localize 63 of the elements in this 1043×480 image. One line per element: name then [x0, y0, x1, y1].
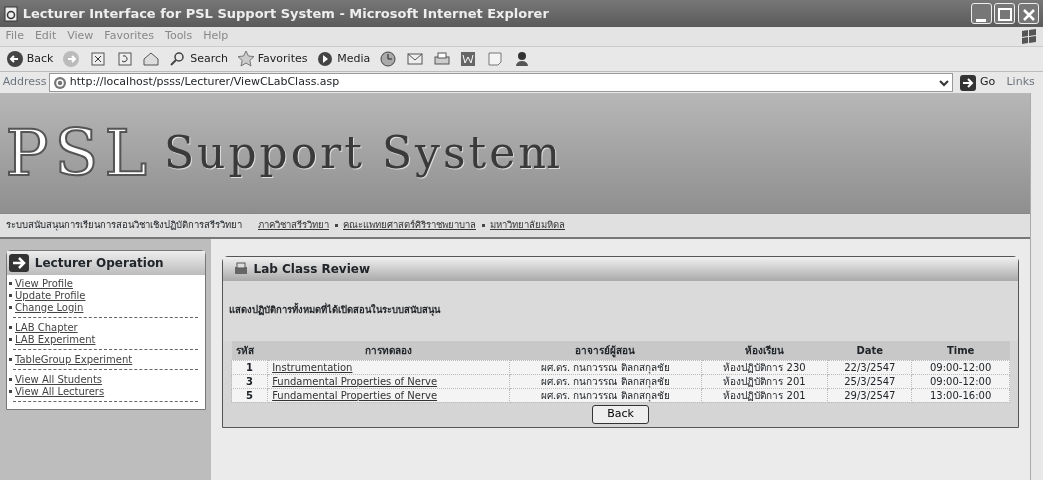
window-title: Lecturer Interface for PSL Support System - Microsoft Internet Explorer	[22, 4, 550, 23]
bullet	[9, 326, 13, 330]
bullet	[9, 378, 13, 382]
sidebar-link[interactable]: LAB Chapter	[15, 321, 78, 334]
table-cell: 09:00-12:00	[911, 360, 1010, 374]
dropdown-icon	[939, 77, 950, 88]
document-edit-icon	[459, 50, 478, 68]
minimize-icon	[976, 19, 986, 22]
sidebar-link[interactable]: View Profile	[15, 277, 73, 290]
history-icon	[379, 50, 397, 68]
panel-title: Lab Class Review	[253, 260, 371, 278]
bullet	[9, 338, 13, 342]
media-icon	[316, 50, 335, 68]
table-cell: ห้องปฏิบัติการ 230	[701, 360, 828, 374]
header-link[interactable]: คณะแพทยศาสตร์ศิริราชพยาบาล	[343, 218, 476, 233]
bullet	[9, 306, 13, 310]
bullet	[9, 390, 13, 394]
table-cell: 1	[231, 360, 268, 374]
refresh-icon	[115, 50, 134, 68]
table-cell: ผศ.ดร. กนกวรรณ ติลกสกุลชัย	[509, 360, 702, 374]
sidebar-link[interactable]: Change Login	[15, 301, 84, 314]
address-label: Address	[2, 74, 47, 91]
note-icon	[486, 50, 504, 68]
ie-page-icon	[4, 5, 20, 22]
url-text: http://localhost/psss/Lecturer/ViewCLabClass.asp	[69, 74, 341, 91]
maximize-icon	[995, 5, 1015, 24]
panel-subtitle: แสดงปฏิบัติการทั้งหมดที่ได้เปิดสอนในระบบสนับสนุน	[228, 303, 440, 318]
sidebar-link[interactable]: View All Students	[15, 373, 103, 386]
sidebar-link[interactable]: TableGroup Experiment	[15, 353, 133, 366]
back-button[interactable]: Back	[592, 405, 649, 424]
back-button[interactable]: Back	[2, 50, 57, 68]
column-header: ห้องเรียน	[701, 340, 828, 360]
sidebar-link[interactable]: Update Profile	[15, 289, 86, 302]
logo-text: PSL	[5, 121, 153, 185]
header-link[interactable]: มหาวิทยาลัยมหิดล	[490, 218, 565, 233]
search-button[interactable]: Search	[166, 50, 231, 68]
media-button[interactable]: Media	[313, 50, 374, 68]
home-icon	[142, 50, 161, 68]
mail-icon	[405, 50, 424, 68]
stop-icon	[88, 50, 107, 68]
close-button[interactable]	[1018, 3, 1039, 24]
site-title: Support System	[163, 126, 563, 180]
tagline: ระบบสนับสนุนการเรียนการสอนวิชาเชิงปฏิบัติการสรีรวิทยา	[5, 218, 242, 233]
star-icon	[236, 50, 255, 68]
column-header: รหัส	[231, 340, 268, 360]
header-link[interactable]: ภาควิชาสรีรวิทยา	[258, 218, 329, 233]
bullet	[9, 282, 13, 286]
address-field[interactable]: http://localhost/psss/Lecturer/ViewCLabClass.asp	[49, 73, 954, 92]
bullet	[9, 358, 13, 362]
go-button[interactable]: Go	[955, 73, 999, 92]
windows-flag-icon	[1019, 28, 1038, 45]
printer-icon	[432, 50, 451, 68]
printer-icon	[234, 261, 248, 276]
sidebar-link[interactable]: LAB Experiment	[15, 333, 96, 346]
bullet	[9, 294, 13, 298]
minimize-button[interactable]	[970, 3, 992, 24]
page-icon	[53, 75, 68, 90]
favorites-button[interactable]: Favorites	[233, 50, 311, 68]
table-cell: 22/3/2547	[827, 360, 912, 374]
sidebar-title: Lecturer Operation	[34, 255, 164, 272]
links-button[interactable]: Links	[1001, 74, 1041, 91]
sidebar-link[interactable]: View All Lecturers	[15, 385, 105, 398]
maximize-button[interactable]	[994, 3, 1016, 24]
